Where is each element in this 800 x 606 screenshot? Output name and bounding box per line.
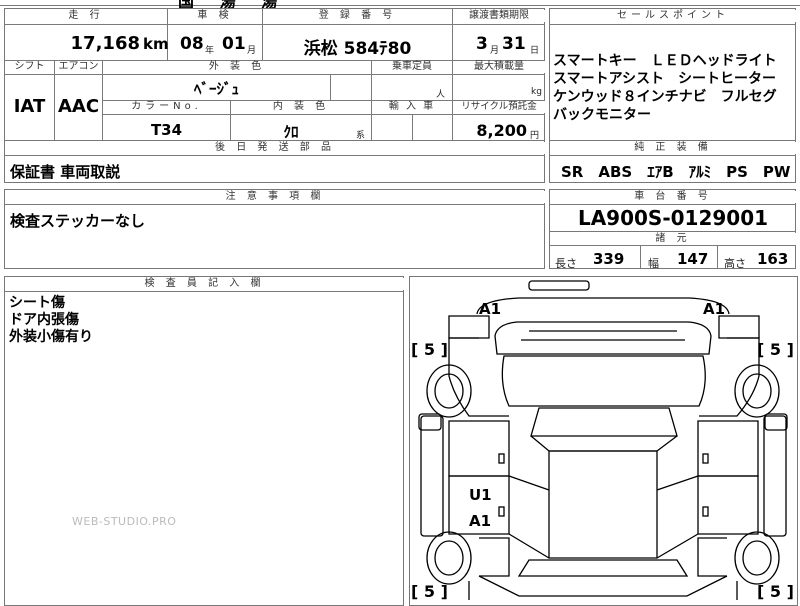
recycle-value: 8,200	[476, 121, 527, 140]
capacity-unit: 人	[436, 90, 446, 100]
car-diagram	[418, 280, 788, 600]
chassis-header: 車 台 番 号	[550, 191, 796, 203]
genuine-equipment-value: SR ABS ｴｱB ｱﾙﾐ PS PW	[561, 163, 791, 181]
inspection-header: 車 検	[168, 10, 262, 22]
recycle-header: リサイクル預託金	[453, 101, 545, 113]
max-load-unit: kg	[531, 87, 542, 97]
sales-points-list: スマートキー ＬＥＤヘッドライト スマートアシスト シートヒーター ケンウッド８…	[553, 52, 796, 124]
watermark: WEB-STUDIO.PRO	[72, 515, 177, 528]
sales-point-item: スマートキー ＬＥＤヘッドライト	[553, 53, 777, 69]
spec-length-value: 339	[593, 250, 625, 268]
exterior-color-value: ﾍﾞｰｼﾞｭ	[193, 80, 239, 98]
spec-width-label: 幅	[648, 257, 659, 270]
import-header: 輸 入 車	[372, 101, 452, 113]
genuine-equipment-header: 純 正 装 備	[550, 142, 796, 154]
inspection-month-unit: 月	[247, 46, 257, 56]
sales-point-item: バックモニター	[553, 107, 651, 123]
specs-header: 諸 元	[550, 233, 796, 245]
color-no-value: T34	[150, 121, 183, 139]
chassis-value: LA900S-0129001	[577, 206, 769, 230]
inspector-notes-header: 検 査 員 記 入 欄	[5, 278, 404, 290]
damage-mark-rear-left-1: U1	[469, 486, 492, 504]
aircon-header: エアコン	[55, 61, 102, 73]
capacity-header: 乗車定員	[372, 61, 452, 73]
tire-mark-front-left: [ 5 ]	[411, 340, 448, 359]
tire-mark-rear-right: [ 5 ]	[757, 582, 794, 601]
sales-points-header: セールスポイント	[550, 10, 796, 22]
color-no-header: カラーNo.	[103, 101, 230, 113]
sales-point-item: ケンウッド８インチナビ フルセグ	[553, 89, 777, 105]
follow-parts-header: 後 日 発 送 部 品	[5, 142, 545, 154]
spec-width-value: 147	[677, 250, 709, 268]
cautions-header: 注 意 事 項 欄	[5, 191, 545, 203]
transfer-day: 31	[502, 34, 526, 54]
recycle-unit: 円	[530, 131, 540, 141]
inspection-month: 01	[222, 34, 246, 54]
damage-mark-front-left: A1	[479, 300, 502, 318]
mileage-value: 17,168	[70, 33, 140, 54]
cautions-value: 検査ステッカーなし	[10, 212, 146, 230]
inspection-year: 08	[180, 34, 204, 54]
interior-color-value: ｸﾛ	[283, 123, 299, 141]
damage-mark-front-right: A1	[703, 300, 726, 318]
tire-mark-front-right: [ 5 ]	[757, 340, 794, 359]
inspector-note: シート傷	[9, 295, 65, 311]
transfer-month: 3	[476, 34, 488, 54]
transfer-day-unit: 日	[530, 46, 540, 56]
mileage-header: 走 行	[5, 10, 167, 22]
inspection-year-unit: 年	[205, 46, 215, 56]
shift-value: IAT	[13, 96, 46, 117]
registration-header: 登 録 番 号	[263, 10, 452, 22]
follow-parts-value: 保証書 車両取説	[10, 163, 121, 181]
inspector-notes-list: シート傷 ドア内張傷 外装小傷有り	[9, 295, 93, 346]
transfer-month-unit: 月	[490, 46, 500, 56]
top-strip: 国 湯 湯	[0, 0, 800, 11]
tire-mark-rear-left: [ 5 ]	[411, 582, 448, 601]
shift-header: シフト	[5, 61, 54, 73]
transfer-deadline-header: 譲渡書類期限	[453, 10, 545, 22]
mileage-unit: km	[143, 35, 169, 53]
spec-height-value: 163	[757, 250, 789, 268]
inspector-note: ドア内張傷	[9, 312, 79, 328]
spec-length-label: 長さ	[555, 257, 577, 270]
registration-number: 浜松 584ﾃ80	[303, 39, 412, 59]
exterior-color-header: 外 装 色	[103, 61, 371, 73]
max-load-header: 最大積載量	[453, 61, 545, 73]
aircon-value: AAC	[57, 96, 100, 117]
spec-height-label: 高さ	[724, 257, 746, 270]
sales-point-item: スマートアシスト シートヒーター	[553, 71, 777, 87]
interior-color-header: 内 装 色	[231, 101, 371, 113]
inspector-note: 外装小傷有り	[9, 329, 93, 345]
interior-color-unit: 系	[356, 131, 366, 141]
damage-mark-rear-left-2: A1	[469, 512, 492, 530]
